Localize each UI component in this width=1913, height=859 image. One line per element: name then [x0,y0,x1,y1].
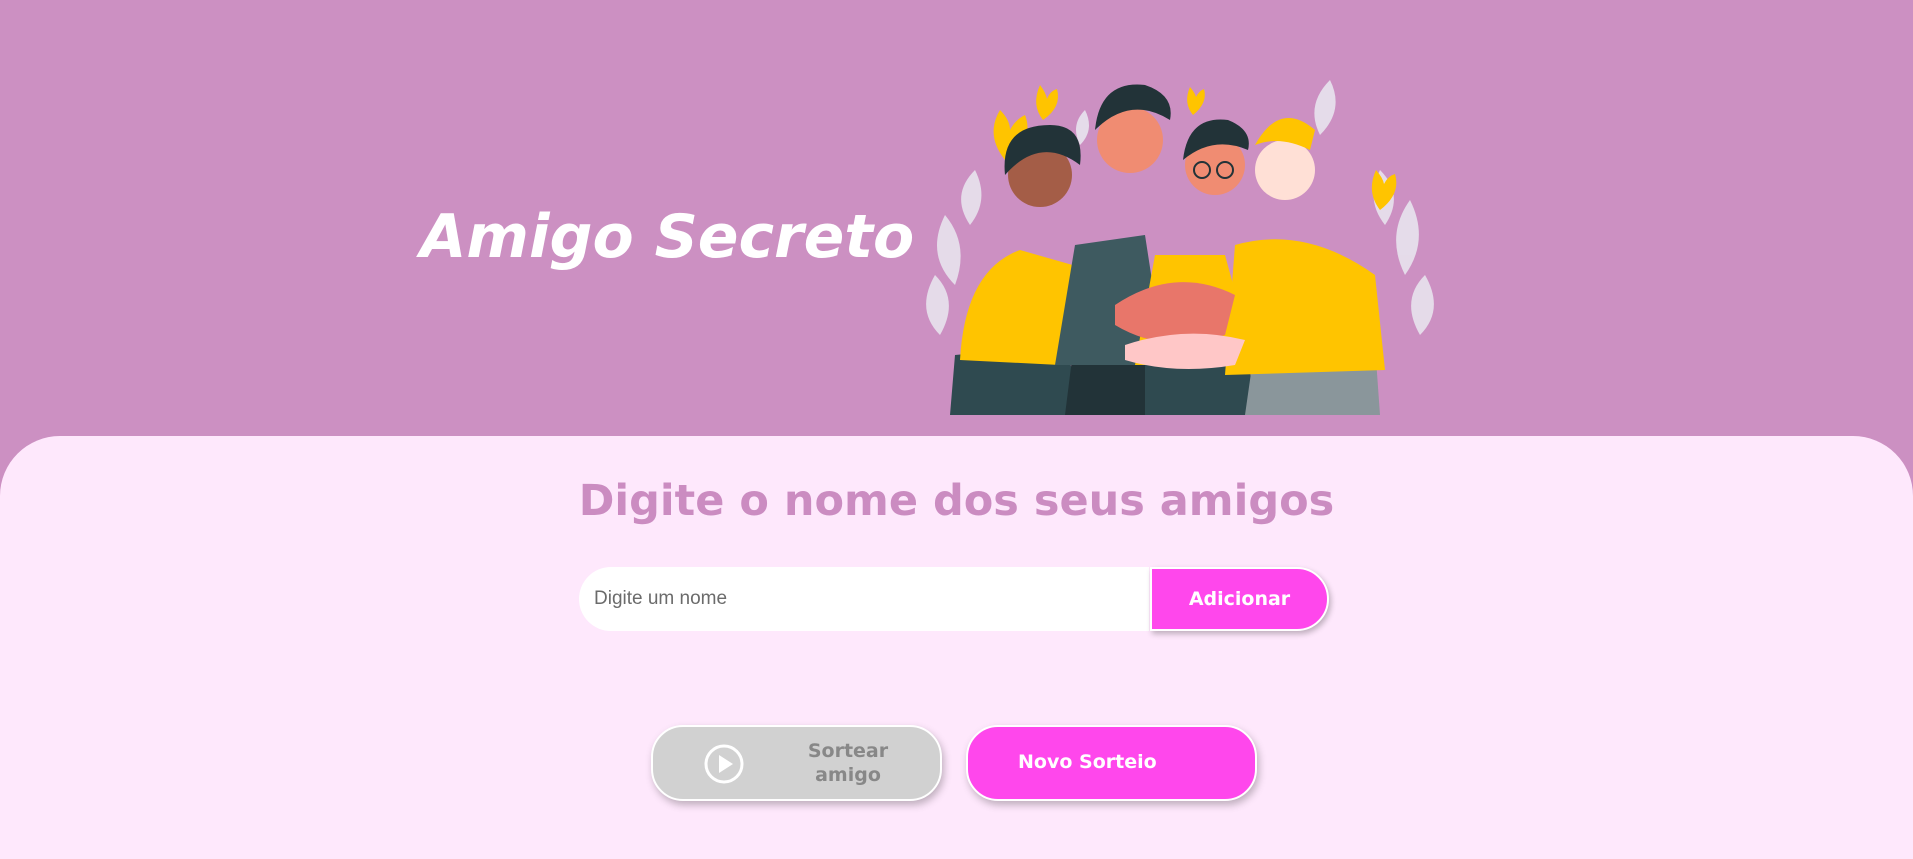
friend-name-input[interactable] [579,567,1149,631]
section-subtitle: Digite o nome dos seus amigos [578,476,1335,526]
new-draw-button[interactable]: Novo Sorteio [966,725,1257,801]
header-banner: Amigo Secreto [0,0,1913,436]
friends-hug-illustration [926,80,1434,415]
add-button[interactable]: Adicionar [1150,567,1329,631]
draw-friend-button[interactable]: Sortear amigo [651,725,942,801]
draw-friend-label: Sortear amigo [807,740,889,786]
new-draw-label: Novo Sorteio [1018,751,1157,773]
play-circle-icon [704,744,744,784]
add-friend-form: Adicionar [579,567,1329,631]
page-title: Amigo Secreto [420,202,915,272]
